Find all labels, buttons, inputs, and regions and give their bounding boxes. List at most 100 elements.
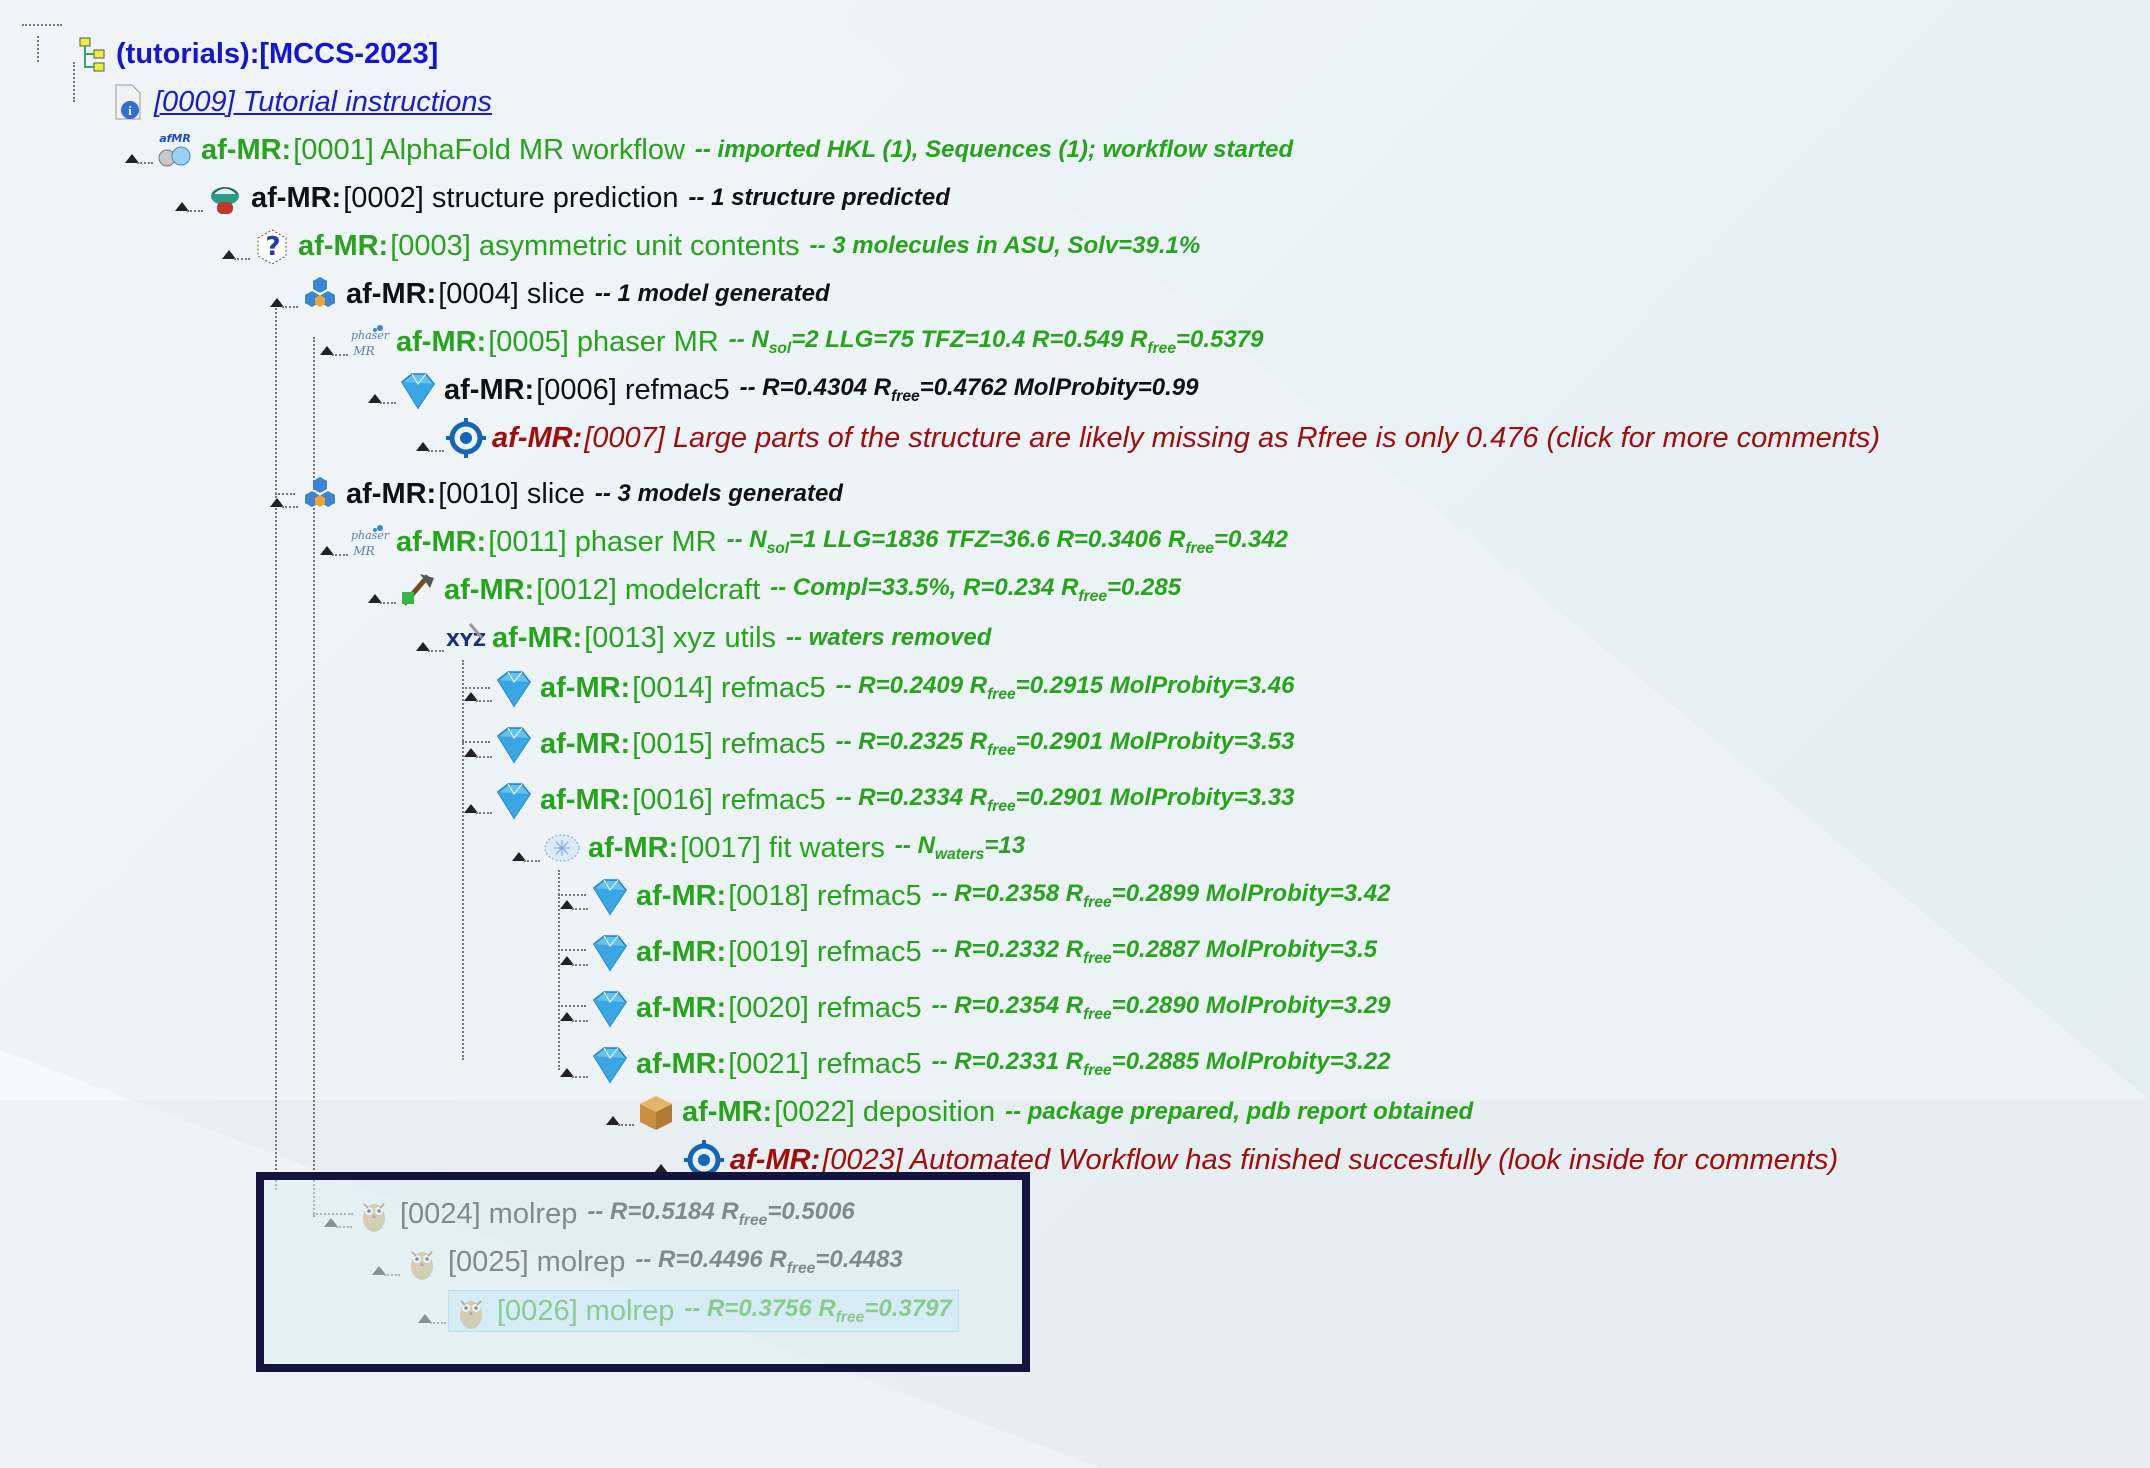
- job-node-0011[interactable]: phaser MR af-MR: [0011] phaser MR -- Nsol=1 …: [350, 522, 1288, 562]
- job-node-0010[interactable]: af-MR: [0010] slice -- 3 models generated: [300, 474, 843, 514]
- info-document-icon: i: [108, 82, 148, 122]
- tree-root[interactable]: (tutorials):[MCCS-2023]: [70, 34, 438, 74]
- job-title: [0022] deposition: [774, 1095, 996, 1128]
- refmac-icon: [494, 668, 534, 708]
- afmr-icon: afMR: [155, 130, 195, 170]
- job-title: [0016] refmac5: [632, 783, 826, 816]
- job-summary: -- R=0.4304 Rfree=0.4762 MolProbity=0.99: [739, 374, 1199, 405]
- job-title: [0020] refmac5: [728, 991, 922, 1024]
- refmac-icon: [590, 932, 630, 972]
- job-summary: -- Nwaters=13: [894, 832, 1026, 863]
- tutorial-instructions-item[interactable]: i [0009] Tutorial instructions: [108, 82, 492, 122]
- job-prefix: af-MR:: [492, 421, 583, 454]
- selection-highlight-frame: [256, 1172, 1030, 1372]
- job-node-0022[interactable]: af-MR: [0022] deposition -- package prepar…: [636, 1092, 1473, 1132]
- job-node-0012[interactable]: af-MR: [0012] modelcraft -- Compl=33.5%, R…: [398, 570, 1181, 610]
- refmac-icon: [590, 876, 630, 916]
- job-prefix: af-MR:: [492, 621, 583, 654]
- refmac-icon: [590, 1044, 630, 1084]
- svg-text:MR: MR: [352, 544, 374, 558]
- tree-root-label: (tutorials):[MCCS-2023]: [116, 37, 439, 70]
- svg-text:MR: MR: [352, 344, 374, 358]
- job-node-0002[interactable]: af-MR: [0002] structure prediction -- 1 st…: [205, 178, 950, 218]
- job-title: [0013] xyz utils: [584, 621, 777, 654]
- job-node-0016[interactable]: af-MR: [0016] refmac5 -- R=0.2334 Rfree=0.…: [494, 780, 1294, 820]
- project-tree-icon: [70, 34, 110, 74]
- job-prefix: af-MR:: [540, 671, 631, 704]
- job-prefix: af-MR:: [396, 525, 487, 558]
- svg-text:phaser: phaser: [351, 529, 390, 542]
- slice-icon: [300, 474, 340, 514]
- job-title: [0011] phaser MR: [488, 525, 717, 558]
- job-prefix: af-MR:: [346, 277, 437, 310]
- job-prefix: af-MR:: [682, 1095, 773, 1128]
- job-title: [0005] phaser MR: [488, 325, 719, 358]
- job-node-0017[interactable]: af-MR: [0017] fit waters -- Nwaters=13: [542, 828, 1025, 868]
- job-title: [0002] structure prediction: [343, 181, 679, 214]
- job-node-0018[interactable]: af-MR: [0018] refmac5 -- R=0.2358 Rfree=0.…: [590, 876, 1390, 916]
- job-title: [0001] AlphaFold MR workflow: [293, 133, 685, 166]
- job-node-0013[interactable]: XYZ af-MR: [0013] xyz utils -- waters remov…: [446, 618, 991, 658]
- comments-target-icon: [446, 418, 486, 458]
- job-prefix: af-MR:: [201, 133, 292, 166]
- job-node-0004[interactable]: af-MR: [0004] slice -- 1 model generated: [300, 274, 830, 314]
- job-summary: -- R=0.2334 Rfree=0.2901 MolProbity=3.33: [835, 784, 1295, 815]
- svg-text:?: ?: [265, 232, 280, 262]
- job-summary: -- 3 models generated: [594, 480, 843, 507]
- refmac-icon: [494, 724, 534, 764]
- job-summary: -- package prepared, pdb report obtained: [1005, 1098, 1474, 1125]
- job-node-0006[interactable]: af-MR: [0006] refmac5 -- R=0.4304 Rfree=0.…: [398, 370, 1198, 410]
- svg-text:i: i: [128, 103, 132, 118]
- modelcraft-icon: [398, 570, 438, 610]
- job-title: [0017] fit waters: [680, 831, 885, 864]
- job-summary: -- Compl=33.5%, R=0.234 Rfree=0.285: [770, 574, 1182, 605]
- job-prefix: af-MR:: [540, 727, 631, 760]
- slice-icon: [300, 274, 340, 314]
- job-node-0015[interactable]: af-MR: [0015] refmac5 -- R=0.2325 Rfree=0.…: [494, 724, 1294, 764]
- job-title: [0003] asymmetric unit contents: [390, 229, 800, 262]
- job-prefix: af-MR:: [636, 991, 727, 1024]
- job-title: [0021] refmac5: [728, 1047, 922, 1080]
- job-node-0020[interactable]: af-MR: [0020] refmac5 -- R=0.2354 Rfree=0.…: [590, 988, 1390, 1028]
- job-tree: (tutorials):[MCCS-2023] i [0009] Tutoria…: [0, 0, 2150, 1468]
- job-prefix: af-MR:: [540, 783, 631, 816]
- job-node-0001[interactable]: afMR af-MR: [0001] AlphaFold MR workflow --…: [155, 130, 1293, 170]
- job-summary: -- R=0.2332 Rfree=0.2887 MolProbity=3.5: [931, 936, 1378, 967]
- job-title: [0006] refmac5: [536, 373, 730, 406]
- svg-text:XYZ: XYZ: [446, 630, 486, 651]
- job-prefix: af-MR:: [636, 879, 727, 912]
- job-summary: -- imported HKL (1), Sequences (1); work…: [694, 136, 1294, 163]
- job-title: [0004] slice: [438, 277, 585, 310]
- job-prefix: af-MR:: [636, 1047, 727, 1080]
- tutorial-instructions-link[interactable]: [0009] Tutorial instructions: [154, 86, 492, 119]
- job-prefix: af-MR:: [251, 181, 342, 214]
- job-summary: -- waters removed: [786, 624, 992, 651]
- job-node-0003[interactable]: ? af-MR: [0003] asymmetric unit contents --…: [252, 226, 1200, 266]
- job-title: [0014] refmac5: [632, 671, 826, 704]
- job-summary: -- 1 structure predicted: [688, 184, 950, 211]
- job-node-0014[interactable]: af-MR: [0014] refmac5 -- R=0.2409 Rfree=0.…: [494, 668, 1294, 708]
- job-prefix: af-MR:: [346, 477, 437, 510]
- job-prefix: af-MR:: [396, 325, 487, 358]
- svg-text:phaser: phaser: [351, 329, 390, 342]
- job-prefix: af-MR:: [444, 373, 535, 406]
- job-node-0021[interactable]: af-MR: [0021] refmac5 -- R=0.2331 Rfree=0.…: [590, 1044, 1390, 1084]
- deposition-box-icon: [636, 1092, 676, 1132]
- structure-prediction-icon: [205, 178, 245, 218]
- svg-text:afMR: afMR: [159, 132, 191, 145]
- job-summary: -- R=0.2354 Rfree=0.2890 MolProbity=3.29: [931, 992, 1391, 1023]
- phaser-icon: phaser MR: [350, 522, 390, 562]
- job-title: [0015] refmac5: [632, 727, 826, 760]
- job-prefix: af-MR:: [298, 229, 389, 262]
- xyz-utils-icon: XYZ: [446, 618, 486, 658]
- job-summary: -- Nsol=1 LLG=1836 TFZ=36.6 R=0.3406 Rfr…: [726, 526, 1289, 557]
- job-node-0005[interactable]: phaser MR af-MR: [0005] phaser MR -- Nsol=2 …: [350, 322, 1263, 362]
- job-summary: -- 1 model generated: [594, 280, 830, 307]
- asu-question-icon: ?: [252, 226, 292, 266]
- fit-waters-icon: [542, 828, 582, 868]
- job-title: [0012] modelcraft: [536, 573, 761, 606]
- refmac-icon: [494, 780, 534, 820]
- job-node-0019[interactable]: af-MR: [0019] refmac5 -- R=0.2332 Rfree=0.…: [590, 932, 1377, 972]
- job-summary: -- R=0.2358 Rfree=0.2899 MolProbity=3.42: [931, 880, 1391, 911]
- job-node-0007[interactable]: af-MR: [0007] Large parts of the structur…: [446, 418, 1890, 458]
